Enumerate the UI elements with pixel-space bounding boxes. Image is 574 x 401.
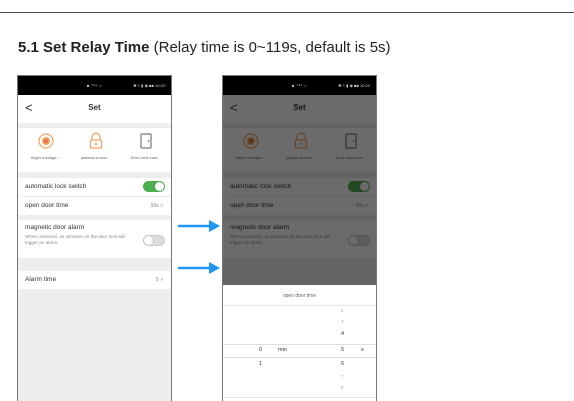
- status-bar: ■ ᵀᴬᴸ ≈ ✱ ≡ ▮ ◉ ■■ 10:20: [223, 76, 376, 95]
- magnetic-alarm-description: When unlocked, an intrusion on the door …: [25, 234, 125, 245]
- finger-manage-item[interactable]: finger manage...: [23, 132, 68, 160]
- arrow-right-icon: [178, 262, 220, 274]
- magnetic-alarm-label: magnetic door alarm: [25, 224, 85, 231]
- door-card-manage-label: Door card man...: [130, 155, 161, 160]
- open-door-time-value: 99s >: [150, 203, 163, 209]
- modal-dim-overlay[interactable]: [223, 95, 376, 285]
- top-rule: [0, 12, 574, 13]
- seconds-unit: s: [361, 347, 364, 353]
- nav-bar: < Set: [18, 95, 171, 123]
- minutes-unit: min: [278, 347, 287, 353]
- status-bar: ■ ᵀᴬᴸ ≈ ✱ ≡ ▮ ◉ ■■ 10:20: [18, 76, 171, 95]
- seconds-option[interactable]: 2: [341, 308, 344, 313]
- minutes-selected-value[interactable]: 0: [259, 347, 262, 353]
- lock-icon: [89, 132, 102, 149]
- alarm-time-row[interactable]: Alarm time 5 >: [18, 271, 171, 289]
- fingerprint-icon: [37, 133, 54, 149]
- phone-screenshot-picker: ■ ᵀᴬᴸ ≈ ✱ ≡ ▮ ◉ ■■ 10:20 < Set finger ma…: [222, 75, 377, 401]
- automatic-lock-label: automatic lock switch: [25, 183, 87, 190]
- seconds-option[interactable]: 6: [341, 361, 344, 367]
- section-note: (Relay time is 0~119s, default is 5s): [153, 39, 391, 56]
- magnetic-alarm-toggle[interactable]: [143, 235, 165, 246]
- phone-screenshot-settings: ■ ᵀᴬᴸ ≈ ✱ ≡ ▮ ◉ ■■ 10:20 < Set finger ma…: [17, 75, 172, 401]
- picker-selection-top-line: [223, 344, 376, 345]
- automatic-lock-row: automatic lock switch: [18, 178, 171, 196]
- seconds-selected-value[interactable]: 5: [341, 347, 344, 353]
- management-icons-card: finger manage... password man... Door ca…: [18, 128, 171, 172]
- arrow-right-icon: [178, 220, 220, 232]
- magnetic-alarm-row: magnetic door alarm When unlocked, an in…: [18, 220, 171, 258]
- seconds-option[interactable]: 3: [341, 319, 344, 324]
- picker-bottom-divider: [223, 397, 376, 398]
- picker-title-divider: [223, 305, 376, 306]
- alarm-time-value: 5 >: [155, 277, 163, 283]
- section-heading: 5.1 Set Relay Time (Relay time is 0~119s…: [18, 39, 391, 56]
- minutes-option[interactable]: 1: [259, 361, 262, 367]
- door-card-manage-item[interactable]: Door card man...: [123, 132, 168, 160]
- picker-title: open door time: [282, 293, 317, 299]
- automatic-lock-toggle[interactable]: [143, 181, 165, 192]
- password-manage-item[interactable]: password man...: [73, 132, 118, 160]
- seconds-option[interactable]: 7: [341, 374, 344, 379]
- alarm-time-label: Alarm time: [25, 276, 57, 283]
- status-bar-clock: ✱ ≡ ▮ ◉ ■■ 10:20: [338, 83, 370, 88]
- picker-selection-bottom-line: [223, 357, 376, 358]
- open-door-time-row[interactable]: open door time 99s >: [18, 197, 171, 215]
- section-title: 5.1 Set Relay Time: [18, 39, 150, 56]
- door-card-icon: [139, 133, 152, 149]
- screen-title: Set: [88, 103, 101, 112]
- open-door-time-picker-sheet: open door time 2 3 4 0 min 5 s 1 6 7 8: [223, 285, 376, 401]
- open-door-time-label: open door time: [25, 202, 69, 209]
- seconds-option[interactable]: 8: [341, 385, 344, 390]
- finger-manage-label: finger manage...: [31, 155, 60, 160]
- seconds-option[interactable]: 4: [341, 331, 344, 337]
- status-bar-clock: ✱ ≡ ▮ ◉ ■■ 10:20: [133, 83, 165, 88]
- password-manage-label: password man...: [80, 155, 111, 160]
